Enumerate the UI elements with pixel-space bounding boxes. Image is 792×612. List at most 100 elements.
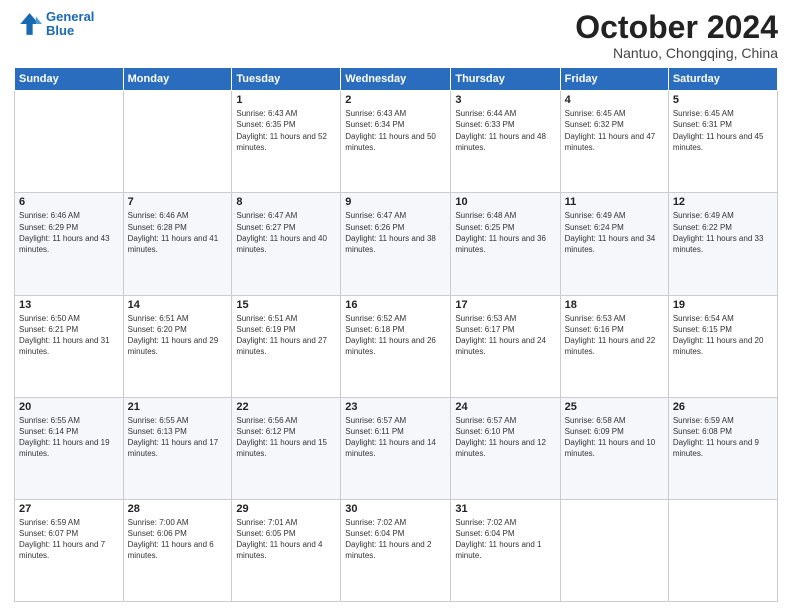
day-number: 9 [345,196,446,208]
week-row-3: 13 Sunrise: 6:50 AMSunset: 6:21 PMDayligh… [15,295,778,397]
day-cell: 23 Sunrise: 6:57 AMSunset: 6:11 PMDayligh… [341,397,451,499]
day-cell: 2 Sunrise: 6:43 AMSunset: 6:34 PMDaylight… [341,91,451,193]
day-cell: 29 Sunrise: 7:01 AMSunset: 6:05 PMDayligh… [232,499,341,601]
day-cell: 31 Sunrise: 7:02 AMSunset: 6:04 PMDayligh… [451,499,560,601]
day-number: 14 [128,299,228,311]
logo-text: General Blue [46,10,94,39]
weekday-header-wednesday: Wednesday [341,68,451,91]
weekday-header-sunday: Sunday [15,68,124,91]
logo: General Blue [14,10,94,39]
day-info: Sunrise: 6:49 AMSunset: 6:22 PMDaylight:… [673,210,773,255]
logo-icon [14,10,42,38]
week-row-4: 20 Sunrise: 6:55 AMSunset: 6:14 PMDayligh… [15,397,778,499]
day-cell: 13 Sunrise: 6:50 AMSunset: 6:21 PMDayligh… [15,295,124,397]
day-info: Sunrise: 7:02 AMSunset: 6:04 PMDaylight:… [455,517,555,562]
day-info: Sunrise: 6:43 AMSunset: 6:35 PMDaylight:… [236,108,336,153]
day-info: Sunrise: 6:53 AMSunset: 6:17 PMDaylight:… [455,313,555,358]
weekday-header-thursday: Thursday [451,68,560,91]
week-row-1: 1Sunrise: 6:43 AMSunset: 6:35 PMDaylight… [15,91,778,193]
day-info: Sunrise: 6:57 AMSunset: 6:10 PMDaylight:… [455,415,555,460]
day-info: Sunrise: 6:47 AMSunset: 6:26 PMDaylight:… [345,210,446,255]
day-info: Sunrise: 6:56 AMSunset: 6:12 PMDaylight:… [236,415,336,460]
day-cell: 1Sunrise: 6:43 AMSunset: 6:35 PMDaylight… [232,91,341,193]
day-number: 15 [236,299,336,311]
day-cell [15,91,124,193]
day-cell: 6 Sunrise: 6:46 AMSunset: 6:29 PMDaylight… [15,193,124,295]
day-number: 29 [236,503,336,515]
day-cell: 3Sunrise: 6:44 AMSunset: 6:33 PMDaylight… [451,91,560,193]
weekday-row: SundayMondayTuesdayWednesdayThursdayFrid… [15,68,778,91]
day-cell: 25 Sunrise: 6:58 AMSunset: 6:09 PMDayligh… [560,397,668,499]
day-number: 10 [455,196,555,208]
page: General Blue October 2024 Nantuo, Chongq… [0,0,792,612]
day-number: 30 [345,503,446,515]
day-cell: 12 Sunrise: 6:49 AMSunset: 6:22 PMDayligh… [668,193,777,295]
day-info: Sunrise: 6:57 AMSunset: 6:11 PMDaylight:… [345,415,446,460]
day-info: Sunrise: 6:58 AMSunset: 6:09 PMDaylight:… [565,415,664,460]
day-info: Sunrise: 6:51 AMSunset: 6:19 PMDaylight:… [236,313,336,358]
day-number: 19 [673,299,773,311]
calendar-header: SundayMondayTuesdayWednesdayThursdayFrid… [15,68,778,91]
week-row-5: 27Sunrise: 6:59 AMSunset: 6:07 PMDayligh… [15,499,778,601]
day-info: Sunrise: 6:51 AMSunset: 6:20 PMDaylight:… [128,313,228,358]
day-number: 6 [19,196,119,208]
calendar-body: 1Sunrise: 6:43 AMSunset: 6:35 PMDaylight… [15,91,778,602]
day-info: Sunrise: 6:59 AMSunset: 6:08 PMDaylight:… [673,415,773,460]
day-cell: 9 Sunrise: 6:47 AMSunset: 6:26 PMDaylight… [341,193,451,295]
day-number: 11 [565,196,664,208]
day-cell: 8 Sunrise: 6:47 AMSunset: 6:27 PMDaylight… [232,193,341,295]
subtitle: Nantuo, Chongqing, China [575,45,778,61]
day-number: 31 [455,503,555,515]
day-info: Sunrise: 6:45 AMSunset: 6:31 PMDaylight:… [673,108,773,153]
day-info: Sunrise: 7:00 AMSunset: 6:06 PMDaylight:… [128,517,228,562]
day-number: 13 [19,299,119,311]
day-info: Sunrise: 6:47 AMSunset: 6:27 PMDaylight:… [236,210,336,255]
day-number: 5 [673,94,773,106]
day-number: 2 [345,94,446,106]
day-number: 12 [673,196,773,208]
day-number: 28 [128,503,228,515]
day-number: 22 [236,401,336,413]
weekday-header-friday: Friday [560,68,668,91]
day-info: Sunrise: 6:46 AMSunset: 6:29 PMDaylight:… [19,210,119,255]
day-cell: 20 Sunrise: 6:55 AMSunset: 6:14 PMDayligh… [15,397,124,499]
day-info: Sunrise: 6:45 AMSunset: 6:32 PMDaylight:… [565,108,664,153]
day-cell: 17 Sunrise: 6:53 AMSunset: 6:17 PMDayligh… [451,295,560,397]
day-cell: 14 Sunrise: 6:51 AMSunset: 6:20 PMDayligh… [123,295,232,397]
day-number: 23 [345,401,446,413]
day-number: 27 [19,503,119,515]
day-info: Sunrise: 6:48 AMSunset: 6:25 PMDaylight:… [455,210,555,255]
day-cell: 16 Sunrise: 6:52 AMSunset: 6:18 PMDayligh… [341,295,451,397]
day-info: Sunrise: 6:46 AMSunset: 6:28 PMDaylight:… [128,210,228,255]
day-cell [560,499,668,601]
day-info: Sunrise: 6:55 AMSunset: 6:14 PMDaylight:… [19,415,119,460]
day-info: Sunrise: 7:02 AMSunset: 6:04 PMDaylight:… [345,517,446,562]
day-number: 7 [128,196,228,208]
day-info: Sunrise: 6:55 AMSunset: 6:13 PMDaylight:… [128,415,228,460]
day-info: Sunrise: 6:53 AMSunset: 6:16 PMDaylight:… [565,313,664,358]
day-number: 4 [565,94,664,106]
day-cell: 22 Sunrise: 6:56 AMSunset: 6:12 PMDayligh… [232,397,341,499]
day-cell: 30 Sunrise: 7:02 AMSunset: 6:04 PMDayligh… [341,499,451,601]
day-cell: 26Sunrise: 6:59 AMSunset: 6:08 PMDayligh… [668,397,777,499]
day-info: Sunrise: 6:52 AMSunset: 6:18 PMDaylight:… [345,313,446,358]
day-number: 20 [19,401,119,413]
weekday-header-saturday: Saturday [668,68,777,91]
day-cell: 4 Sunrise: 6:45 AMSunset: 6:32 PMDaylight… [560,91,668,193]
day-number: 8 [236,196,336,208]
day-number: 17 [455,299,555,311]
day-info: Sunrise: 6:43 AMSunset: 6:34 PMDaylight:… [345,108,446,153]
day-number: 21 [128,401,228,413]
day-info: Sunrise: 6:50 AMSunset: 6:21 PMDaylight:… [19,313,119,358]
day-info: Sunrise: 7:01 AMSunset: 6:05 PMDaylight:… [236,517,336,562]
day-number: 25 [565,401,664,413]
day-cell: 11Sunrise: 6:49 AMSunset: 6:24 PMDayligh… [560,193,668,295]
weekday-header-monday: Monday [123,68,232,91]
weekday-header-tuesday: Tuesday [232,68,341,91]
day-info: Sunrise: 6:44 AMSunset: 6:33 PMDaylight:… [455,108,555,153]
day-cell: 19Sunrise: 6:54 AMSunset: 6:15 PMDayligh… [668,295,777,397]
day-number: 16 [345,299,446,311]
day-cell: 18Sunrise: 6:53 AMSunset: 6:16 PMDayligh… [560,295,668,397]
day-cell: 10 Sunrise: 6:48 AMSunset: 6:25 PMDayligh… [451,193,560,295]
day-cell: 5 Sunrise: 6:45 AMSunset: 6:31 PMDaylight… [668,91,777,193]
